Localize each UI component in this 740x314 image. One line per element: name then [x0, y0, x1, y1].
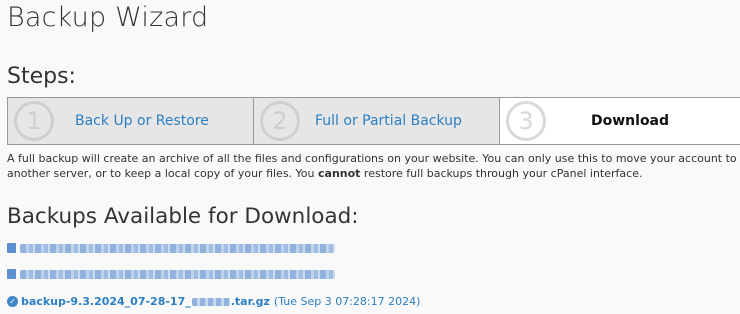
backup-link-redacted[interactable] [7, 266, 335, 282]
description-text-end: restore full backups through your cPanel… [360, 167, 643, 180]
document-icon [7, 243, 16, 253]
redacted-backup-name[interactable] [20, 243, 335, 253]
steps-heading: Steps: [7, 64, 76, 89]
backups-heading: Backups Available for Download: [7, 204, 359, 229]
backup-link-latest[interactable]: ✓ backup-9.3.2024_07-28-17_ .tar.gz (Tue … [7, 293, 420, 309]
step-label[interactable]: Full or Partial Backup [315, 98, 462, 144]
redacted-backup-name[interactable] [20, 269, 335, 279]
steps-bar: 1 Back Up or Restore 2 Full or Partial B… [7, 97, 740, 145]
step-download: 3 Download [500, 98, 740, 144]
step-number-icon: 3 [506, 101, 546, 141]
step-label[interactable]: Back Up or Restore [75, 98, 209, 144]
step-number-icon: 2 [260, 101, 300, 141]
backup-file-link[interactable]: backup-9.3.2024_07-28-17_ .tar.gz [21, 295, 270, 308]
backup-timestamp: (Tue Sep 3 07:28:17 2024) [273, 294, 421, 308]
page-title: Backup Wizard [7, 2, 209, 33]
check-circle-icon: ✓ [7, 295, 18, 307]
description-bold: cannot [318, 167, 361, 180]
backup-link-redacted[interactable] [7, 240, 335, 256]
document-icon [7, 269, 16, 279]
backup-description: A full backup will create an archive of … [7, 151, 739, 181]
step-full-or-partial-backup[interactable]: 2 Full or Partial Backup [254, 98, 500, 144]
redacted-text [191, 297, 230, 306]
step-number-icon: 1 [14, 101, 54, 141]
step-label: Download [591, 113, 670, 129]
step-back-up-or-restore[interactable]: 1 Back Up or Restore [7, 98, 254, 144]
